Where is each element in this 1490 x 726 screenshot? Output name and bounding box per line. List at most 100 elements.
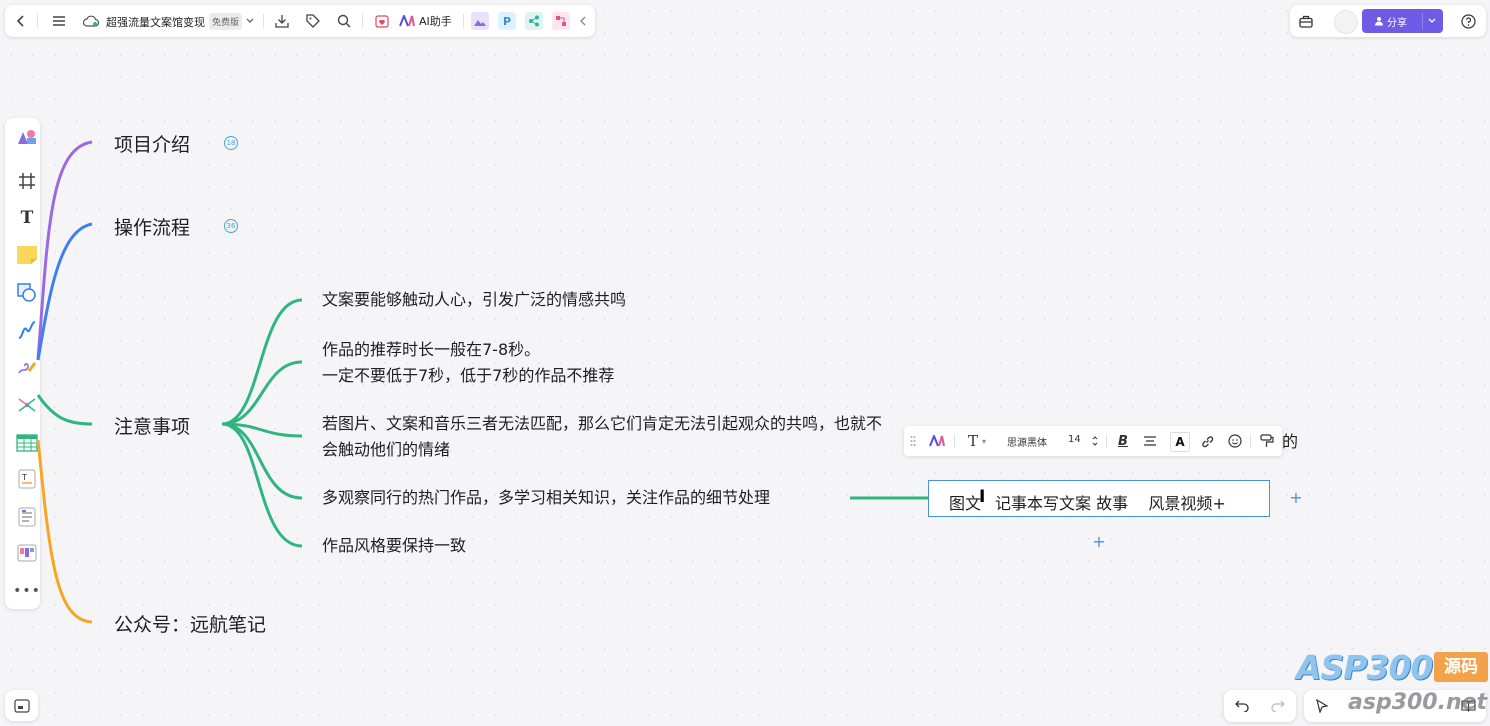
align-icon[interactable]: [1141, 432, 1159, 450]
ai-logo-icon[interactable]: [928, 432, 946, 450]
redo-icon[interactable]: [1268, 696, 1288, 716]
link-icon[interactable]: [1198, 432, 1216, 450]
search-icon[interactable]: [334, 11, 354, 31]
text-card-icon[interactable]: T: [14, 466, 40, 492]
child-count-badge[interactable]: 36: [224, 219, 238, 233]
avatar[interactable]: [1334, 10, 1358, 34]
note-item[interactable]: 文案要能够触动人心，引发广泛的情感共鸣: [322, 287, 626, 313]
shape-tool-icon[interactable]: [14, 280, 40, 306]
document-title[interactable]: 超强流量文案馆变现: [106, 14, 205, 30]
watermark-tag: 源码: [1434, 652, 1488, 682]
branch-wechat[interactable]: 公众号：远航笔记: [114, 610, 266, 637]
briefcase-icon[interactable]: [1296, 11, 1316, 31]
branch-line-notes: [36, 394, 93, 426]
top-toolbar: 超强流量文案馆变现 免费版 AI助手 P: [5, 5, 595, 37]
note-line-3: [221, 422, 303, 438]
branch-workflow[interactable]: 操作流程: [114, 213, 190, 240]
mindmap-tool-icon[interactable]: [14, 392, 40, 418]
note-line-text: 若图片、文案和音乐三者无法匹配，那么它们肯定无法引起观众的共鸣，也就不: [322, 414, 883, 433]
more-tools-icon[interactable]: •••: [13, 578, 40, 604]
note-item[interactable]: 作品的推荐时长一般在7-8秒。 一定不要低于7秒，低于7秒的作品不推荐: [322, 337, 614, 389]
add-user-icon: [1375, 17, 1383, 26]
cloud-sync-icon: [81, 11, 101, 31]
sticky-note-icon[interactable]: [14, 242, 40, 268]
child-count-badge[interactable]: 18: [224, 136, 238, 150]
note-line-4: [221, 422, 303, 500]
note-line-2: [221, 360, 303, 426]
note-line-text: 一定不要低于7秒，低于7秒的作品不推荐: [322, 366, 615, 385]
book-icon[interactable]: [1458, 696, 1478, 716]
note-item[interactable]: 若图片、文案和音乐三者无法匹配，那么它们肯定无法引起观众的共鸣，也就不 会触动他…: [322, 411, 882, 463]
divider: [954, 434, 955, 448]
tag-icon[interactable]: [303, 11, 323, 31]
share-divider: [1422, 13, 1423, 29]
add-child-plus-icon[interactable]: +: [1092, 534, 1106, 550]
flow-app-icon[interactable]: [552, 12, 570, 30]
kanban-icon[interactable]: [14, 540, 40, 566]
edit-text-right: 记事本写文案 故事 风景视频+: [995, 494, 1226, 513]
template-icon[interactable]: [14, 124, 40, 150]
connector-icon[interactable]: [14, 317, 40, 343]
calendar-heart-icon[interactable]: [372, 11, 392, 31]
top-right-panel: 分享: [1290, 5, 1486, 37]
branch-line-workflow: [36, 222, 93, 361]
divider: [463, 14, 464, 28]
bold-icon[interactable]: B: [1114, 432, 1132, 450]
emoji-icon[interactable]: [1226, 432, 1244, 450]
partial-hidden-text: 的: [1282, 432, 1299, 451]
doc-card-icon[interactable]: [14, 504, 40, 530]
help-icon[interactable]: [1458, 11, 1478, 31]
branch-line-wechat: [36, 439, 93, 624]
font-family-select[interactable]: 思源黑体: [1007, 434, 1047, 449]
image-app-icon[interactable]: [471, 12, 489, 30]
ai-assistant-label: AI助手: [419, 15, 452, 28]
undo-icon[interactable]: [1232, 696, 1252, 716]
pen-tool-icon[interactable]: [14, 354, 40, 380]
note-line-1: [221, 298, 303, 426]
p-app-icon[interactable]: P: [498, 12, 516, 30]
table-tool-icon[interactable]: [14, 430, 40, 456]
back-icon[interactable]: [11, 11, 31, 31]
left-tool-sidebar: T T •••: [5, 118, 40, 609]
format-toolbar: T ▾ 思源黑体 14 B A: [904, 426, 1282, 456]
minimap-button[interactable]: [5, 690, 38, 721]
note-item[interactable]: 作品风格要保持一致: [322, 533, 466, 559]
chevron-down-icon: [1428, 18, 1436, 23]
share-button[interactable]: 分享: [1362, 9, 1443, 33]
font-size-field[interactable]: 14: [1068, 434, 1081, 445]
pointer-icon[interactable]: [1312, 696, 1332, 716]
note-line-5: [221, 422, 303, 548]
divider: [1250, 434, 1251, 448]
download-icon[interactable]: [272, 11, 292, 31]
text-tool-icon[interactable]: T: [14, 205, 40, 231]
font-size-stepper[interactable]: [1090, 432, 1100, 450]
divider: [362, 14, 363, 28]
frame-icon[interactable]: [14, 168, 40, 194]
share-node-app-icon[interactable]: [525, 12, 543, 30]
divider: [263, 14, 264, 28]
note-line-text: 会触动他们的情绪: [322, 440, 451, 459]
branch-line-project-intro: [36, 140, 93, 361]
ai-assistant-button[interactable]: AI助手: [399, 11, 455, 31]
undo-redo-panel: [1224, 690, 1296, 722]
share-label: 分享: [1387, 18, 1407, 29]
branch-notes[interactable]: 注意事项: [114, 412, 190, 439]
add-sibling-plus-icon[interactable]: +: [1289, 490, 1303, 506]
divider: [1106, 434, 1107, 448]
note-item[interactable]: 多观察同行的热门作品，多学习相关知识，关注作品的细节处理: [322, 485, 770, 511]
text-color-icon[interactable]: A: [1170, 432, 1190, 452]
text-cursor-icon: I: [979, 487, 986, 507]
menu-icon[interactable]: [49, 11, 69, 31]
editing-node[interactable]: 图文 I 记事本写文案 故事 风景视频+: [928, 480, 1270, 517]
chevron-down-icon[interactable]: [243, 13, 257, 29]
view-controls-panel: [1304, 690, 1486, 722]
note-line-text: 多观察同行的热门作品，多学习相关知识，关注作品的细节处理: [322, 488, 771, 507]
note-line-text: 文案要能够触动人心，引发广泛的情感共鸣: [322, 290, 627, 309]
drag-handle-icon[interactable]: [908, 433, 918, 449]
text-style-icon[interactable]: T ▾: [962, 432, 992, 450]
svg-text:T: T: [21, 473, 27, 482]
format-painter-icon[interactable]: [1258, 432, 1276, 450]
plan-badge: 免费版: [209, 13, 243, 30]
branch-project-intro[interactable]: 项目介绍: [114, 130, 190, 157]
collapse-left-icon[interactable]: [575, 11, 591, 31]
